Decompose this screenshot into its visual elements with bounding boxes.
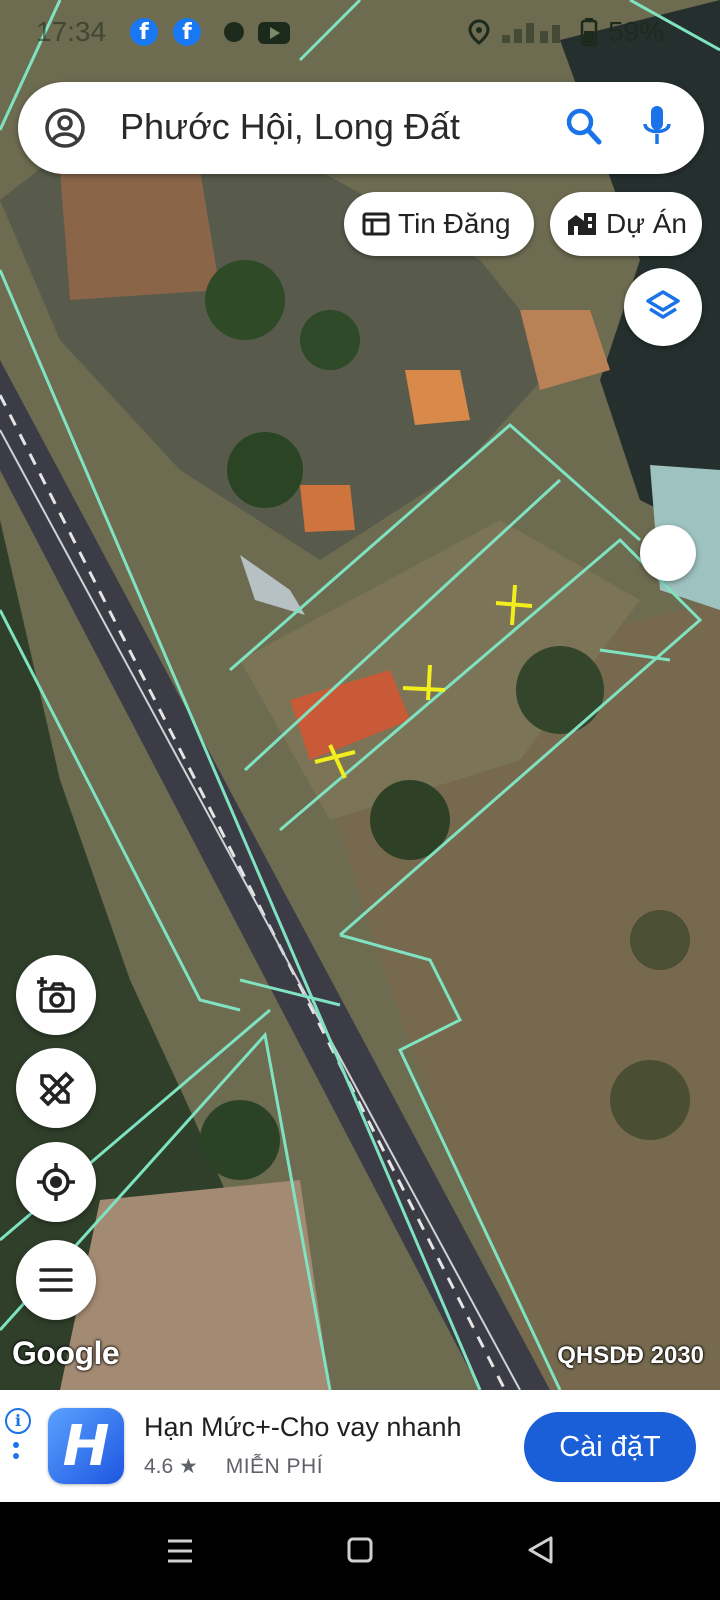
listings-icon: [362, 212, 390, 236]
more-options-icon[interactable]: [13, 1442, 19, 1464]
map-layer-label: QHSDĐ 2030: [557, 1342, 704, 1369]
menu-icon: [39, 1268, 73, 1292]
map-view[interactable]: 17:34 f f 59% Phước Hội, Long Đất Tin Đă…: [0, 0, 720, 1390]
google-logo: Google: [12, 1335, 120, 1371]
status-time: 17:34: [36, 16, 107, 47]
layers-icon: [646, 290, 680, 319]
ad-price: MIỄN PHÍ: [225, 1455, 324, 1478]
install-button[interactable]: Cài đặT: [524, 1412, 696, 1482]
listings-chip[interactable]: Tin Đăng: [344, 192, 534, 256]
my-location-icon: [37, 1163, 75, 1201]
home-icon[interactable]: [346, 1536, 374, 1564]
info-icon[interactable]: i: [5, 1408, 31, 1434]
search-bar[interactable]: Phước Hội, Long Đất: [18, 82, 704, 174]
status-bar: 17:34 f f 59%: [0, 0, 720, 66]
star-icon: ★: [179, 1455, 198, 1478]
facebook-icon: f: [130, 18, 158, 46]
measure-button[interactable]: [16, 1048, 96, 1128]
layers-button[interactable]: [624, 268, 702, 346]
ad-app-name[interactable]: Hạn Mức+-Cho vay nhanh: [144, 1412, 462, 1443]
projects-label: Dự Án: [606, 208, 687, 239]
building-icon: [568, 213, 596, 235]
app-icon[interactable]: H: [48, 1408, 124, 1484]
add-photo-button[interactable]: [16, 955, 96, 1035]
camera-plus-icon: [37, 977, 75, 1013]
ad-rating-row: 4.6 ★ MIỄN PHÍ: [144, 1454, 323, 1479]
signal-icon: [501, 23, 560, 43]
menu-button[interactable]: [16, 1240, 96, 1320]
status-right: 59%: [468, 16, 664, 48]
facebook-icon: f: [173, 18, 201, 46]
microphone-icon[interactable]: [642, 104, 672, 150]
projects-chip[interactable]: Dự Án: [550, 192, 702, 256]
youtube-icon: [258, 22, 290, 44]
recent-apps-icon[interactable]: [166, 1538, 194, 1564]
account-icon[interactable]: [44, 107, 86, 149]
navigation-bar: [0, 1502, 720, 1600]
listings-label: Tin Đăng: [398, 208, 511, 239]
search-query[interactable]: Phước Hội, Long Đất: [120, 106, 460, 148]
ruler-pencil-icon: [39, 1071, 75, 1107]
compass-button[interactable]: [640, 525, 696, 581]
message-icon: [224, 22, 244, 42]
location-icon: [468, 19, 490, 45]
battery-icon: [580, 18, 598, 47]
search-icon[interactable]: [564, 106, 604, 148]
my-location-button[interactable]: [16, 1142, 96, 1222]
ad-rating: 4.6: [144, 1455, 174, 1478]
battery-percent: 59%: [607, 16, 664, 47]
ad-banner[interactable]: i H Hạn Mức+-Cho vay nhanh 4.6 ★ MIỄN PH…: [0, 1390, 720, 1502]
back-icon[interactable]: [526, 1535, 556, 1565]
